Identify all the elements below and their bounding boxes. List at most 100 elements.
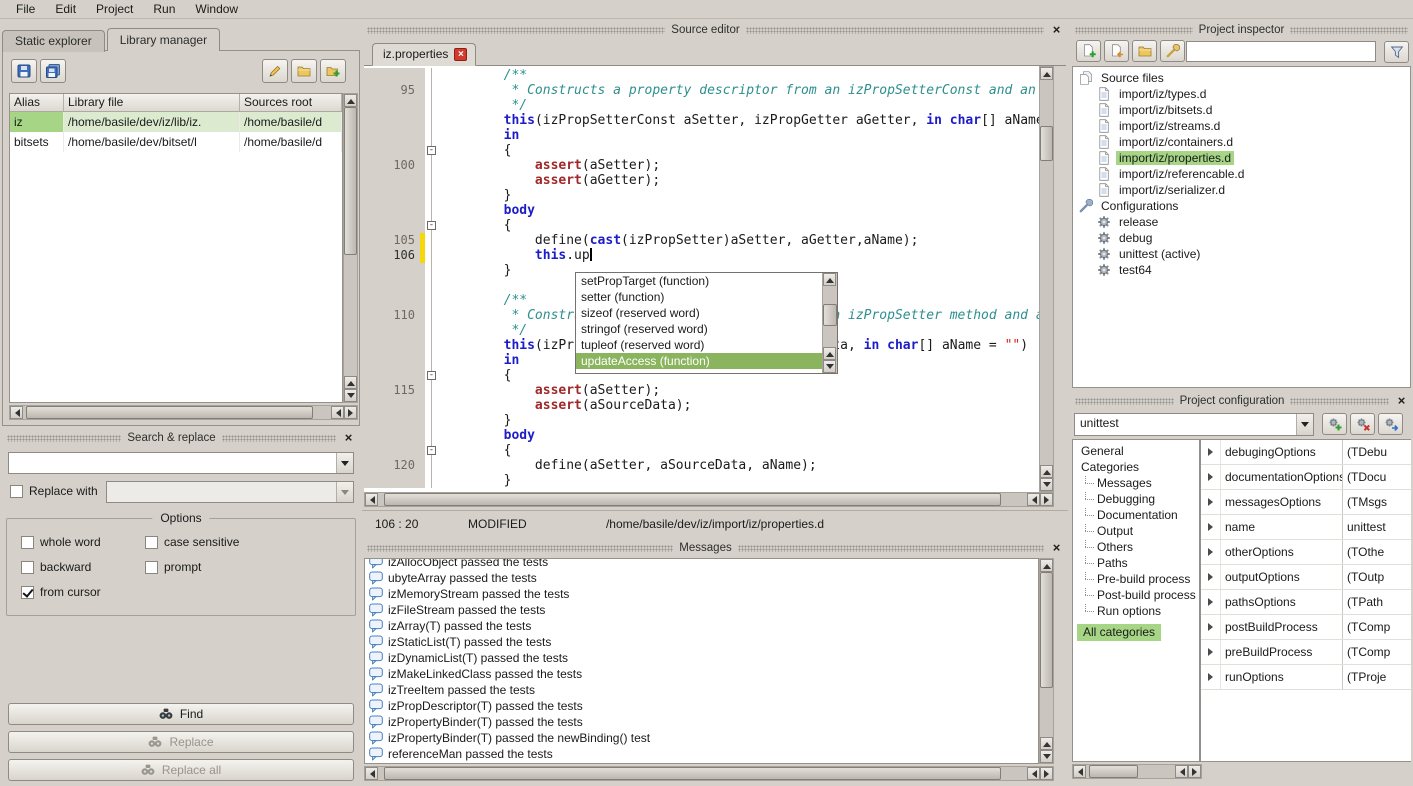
message-item[interactable]: izPropDescriptor(T) passed the tests: [365, 698, 1038, 714]
category-categories[interactable]: Categories: [1073, 459, 1199, 475]
replace-input[interactable]: [106, 481, 354, 503]
folder-open-button[interactable]: [291, 59, 317, 83]
completion-item[interactable]: stringof (reserved word): [576, 321, 822, 337]
completion-item[interactable]: tupleof (reserved word): [576, 337, 822, 353]
property-value[interactable]: (TDocu: [1343, 465, 1411, 489]
category-pre-build-process[interactable]: Pre-build process: [1073, 571, 1199, 587]
message-item[interactable]: izFileStream passed the tests: [365, 602, 1038, 618]
scroll-up-button[interactable]: [1040, 465, 1053, 478]
tree-item-import-iz-bitsets-d[interactable]: import/iz/bitsets.d: [1073, 102, 1410, 118]
checkbox-from-cursor[interactable]: from cursor: [21, 585, 145, 599]
new-file-button[interactable]: [1076, 40, 1101, 62]
menu-file[interactable]: File: [6, 0, 45, 19]
dock-grip[interactable]: [367, 545, 673, 552]
message-item[interactable]: izDynamicList(T) passed the tests: [365, 650, 1038, 666]
replace-with-checkbox[interactable]: Replace with: [10, 484, 98, 498]
scroll-down-button[interactable]: [823, 360, 836, 373]
replace-button[interactable]: Replace: [8, 731, 354, 753]
property-row[interactable]: pathsOptions(TPath: [1201, 590, 1411, 615]
scrollbar-thumb[interactable]: [26, 406, 312, 419]
code-text[interactable]: body: [439, 428, 1039, 443]
property-row[interactable]: postBuildProcess(TComp: [1201, 615, 1411, 640]
expand-arrow-icon[interactable]: [1201, 640, 1221, 664]
message-item[interactable]: izMemoryStream passed the tests: [365, 586, 1038, 602]
save-button[interactable]: [11, 59, 37, 83]
scroll-up-button[interactable]: [1040, 737, 1053, 750]
property-value[interactable]: (TPath: [1343, 590, 1411, 614]
message-item[interactable]: izTreeItem passed the tests: [365, 682, 1038, 698]
library-horizontal-scrollbar[interactable]: [9, 405, 358, 420]
replace-all-button[interactable]: Replace all: [8, 759, 354, 781]
checkbox-box[interactable]: [145, 536, 158, 549]
scroll-right-button[interactable]: [344, 406, 357, 419]
delete-config-button[interactable]: [1350, 413, 1375, 435]
tools-button[interactable]: [1160, 40, 1185, 62]
code-text[interactable]: }: [439, 473, 1039, 488]
code-text[interactable]: /**: [439, 68, 1039, 83]
column-header[interactable]: Sources root: [240, 94, 342, 111]
code-text[interactable]: this.up: [439, 248, 1039, 263]
category-paths[interactable]: Paths: [1073, 555, 1199, 571]
category-post-build-process[interactable]: Post-build process: [1073, 587, 1199, 603]
menu-edit[interactable]: Edit: [45, 0, 86, 19]
scroll-down-button[interactable]: [344, 389, 357, 402]
expand-arrow-icon[interactable]: [1201, 665, 1221, 689]
menu-run[interactable]: Run: [143, 0, 185, 19]
editor-vertical-scrollbar[interactable]: [1039, 66, 1054, 492]
folder-add-button[interactable]: [320, 59, 346, 83]
messages-vertical-scrollbar[interactable]: [1039, 558, 1054, 764]
tree-item-import-iz-types-d[interactable]: import/iz/types.d: [1073, 86, 1410, 102]
scroll-left-button[interactable]: [1027, 767, 1040, 780]
code-text[interactable]: */: [439, 98, 1039, 113]
fold-marker-icon[interactable]: -: [427, 221, 436, 230]
message-item[interactable]: izAllocObject passed the tests: [365, 558, 1038, 570]
search-input[interactable]: [8, 452, 354, 474]
scrollbar-track[interactable]: [23, 406, 331, 419]
code-text[interactable]: assert(aSetter);: [439, 383, 1039, 398]
tree-item-import-iz-referencable-d[interactable]: import/iz/referencable.d: [1073, 166, 1410, 182]
scrollbar-track[interactable]: [823, 286, 837, 347]
tree-item-import-iz-properties-d[interactable]: import/iz/properties.d: [1073, 150, 1410, 166]
property-value[interactable]: (TOutp: [1343, 565, 1411, 589]
scroll-right-button[interactable]: [1188, 765, 1201, 778]
property-value[interactable]: (TProje: [1343, 665, 1411, 689]
close-icon[interactable]: ×: [1050, 24, 1063, 37]
checkbox-box[interactable]: [10, 485, 23, 498]
scroll-left-button[interactable]: [10, 406, 23, 419]
menu-window[interactable]: Window: [185, 0, 248, 19]
tab-iz-properties[interactable]: iz.properties ×: [372, 43, 476, 66]
message-item[interactable]: izPropertyBinder(T) passed the tests: [365, 714, 1038, 730]
completion-scrollbar[interactable]: [822, 273, 837, 373]
dock-grip[interactable]: [367, 27, 665, 34]
search-input-value[interactable]: [9, 453, 336, 473]
checkbox-box[interactable]: [21, 586, 34, 599]
code-text[interactable]: body: [439, 203, 1039, 218]
scroll-left-button[interactable]: [1175, 765, 1188, 778]
scrollbar-thumb[interactable]: [344, 107, 357, 255]
clone-config-button[interactable]: [1378, 413, 1403, 435]
scrollbar-thumb[interactable]: [1040, 126, 1053, 161]
tree-item-release[interactable]: release: [1073, 214, 1410, 230]
message-item[interactable]: izStaticList(T) passed the tests: [365, 634, 1038, 650]
add-file-button[interactable]: [1104, 40, 1129, 62]
code-text[interactable]: {: [439, 143, 1039, 158]
scrollbar-track[interactable]: [378, 493, 1027, 506]
column-header[interactable]: Alias: [10, 94, 64, 111]
find-button[interactable]: Find: [8, 703, 354, 725]
message-item[interactable]: izPropertyBinder(T) passed the newBindin…: [365, 730, 1038, 746]
tree-item-import-iz-streams-d[interactable]: import/iz/streams.d: [1073, 118, 1410, 134]
scroll-left-button[interactable]: [1027, 493, 1040, 506]
edit-button[interactable]: [262, 59, 288, 83]
close-icon[interactable]: ×: [1050, 542, 1063, 555]
scrollbar-track[interactable]: [1040, 80, 1053, 465]
code-text[interactable]: this(izPropSetterConst aSetter, izPropGe…: [439, 113, 1039, 128]
completion-item[interactable]: updateAccess (function): [576, 353, 822, 369]
property-row[interactable]: runOptions(TProje: [1201, 665, 1411, 690]
code-text[interactable]: assert(aSourceData);: [439, 398, 1039, 413]
scroll-down-button[interactable]: [1040, 478, 1053, 491]
save-all-button[interactable]: [40, 59, 66, 83]
expand-arrow-icon[interactable]: [1201, 440, 1221, 464]
tree-item-test64[interactable]: test64: [1073, 262, 1410, 278]
dock-grip[interactable]: [1290, 398, 1389, 405]
fold-marker-icon[interactable]: -: [427, 146, 436, 155]
